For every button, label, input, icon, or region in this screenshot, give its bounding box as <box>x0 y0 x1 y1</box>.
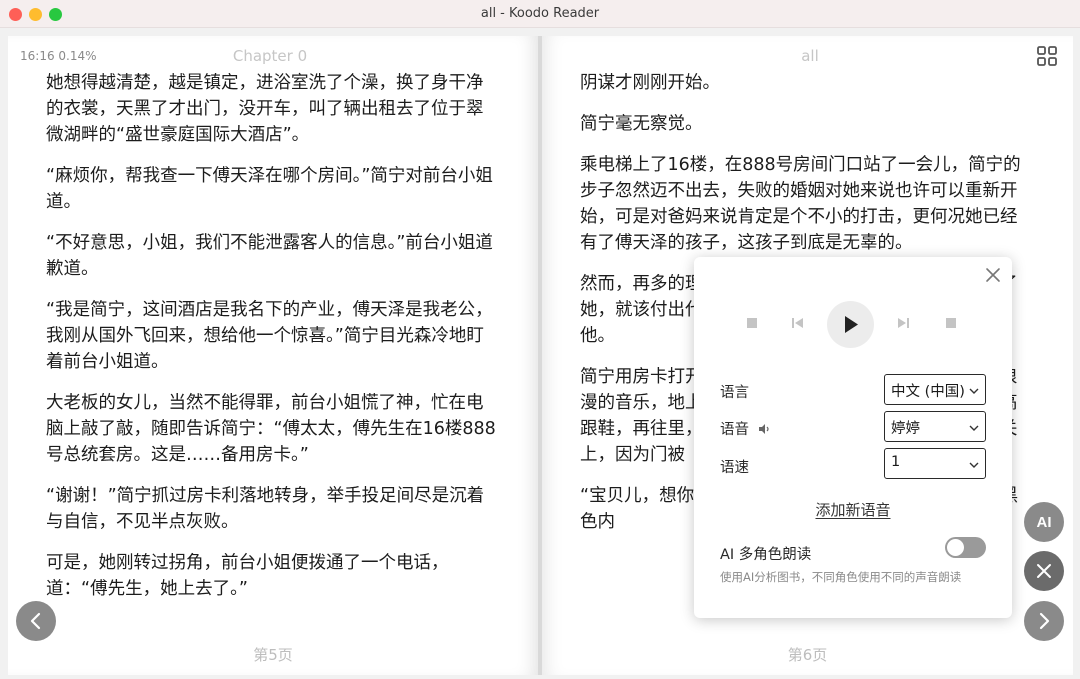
speed-value: 1 <box>891 454 901 470</box>
language-select[interactable]: 中文 (中国) <box>884 374 986 405</box>
text-to-speech-panel: 语言 中文 (中国) 语音 婷婷 语速 1 添加新语音 AI 多角色朗读 使用A… <box>694 257 1012 618</box>
chevron-down-icon <box>969 421 979 437</box>
book-header: all <box>801 47 819 65</box>
next-page-button[interactable] <box>1024 601 1064 641</box>
stop-icon[interactable] <box>745 315 759 334</box>
title-bar: all - Koodo Reader <box>0 0 1080 28</box>
speed-label: 语速 <box>720 460 749 476</box>
page-text: 她想得越清楚，越是镇定，进浴室洗了个澡，换了身干净的衣裳，天黑了才出门，没开车，… <box>46 70 496 617</box>
close-icon <box>1037 564 1051 578</box>
grid-icon[interactable] <box>1035 44 1059 68</box>
paragraph: 大老板的女儿，当然不能得罪，前台小姐慌了神，忙在电脑上敲了敲，随即告诉简宁：“傅… <box>46 393 496 465</box>
language-label: 语言 <box>720 385 749 401</box>
voice-select[interactable]: 婷婷 <box>884 411 986 442</box>
page-number: 第6页 <box>787 646 828 664</box>
play-button[interactable] <box>827 301 874 348</box>
voice-label: 语音 <box>720 418 772 439</box>
ai-button[interactable]: AI <box>1024 502 1064 542</box>
next-track-icon[interactable] <box>895 315 911 334</box>
paragraph: “我是简宁，这间酒店是我名下的产业，傅天泽是我老公，我刚从国外飞回来，想给他一个… <box>46 300 493 372</box>
close-icon[interactable] <box>984 266 1002 284</box>
left-page: 16:16 0.14% Chapter 0 她想得越清楚，越是镇定，进浴室洗了个… <box>8 36 538 675</box>
window-title: all - Koodo Reader <box>480 6 600 21</box>
add-voice-link[interactable]: 添加新语音 <box>694 499 1012 520</box>
toggle-knob <box>947 539 964 556</box>
chevron-left-icon <box>30 612 41 630</box>
paragraph: 她想得越清楚，越是镇定，进浴室洗了个澡，换了身干净的衣裳，天黑了才出门，没开车，… <box>46 73 484 145</box>
voice-value: 婷婷 <box>891 421 920 437</box>
paragraph: “谢谢！”简宁抓过房卡利落地转身，举手投足间尽是沉着与自信，不见半点灰败。 <box>46 486 485 532</box>
chevron-down-icon <box>969 458 979 474</box>
language-value: 中文 (中国) <box>891 384 965 400</box>
close-tts-button[interactable] <box>1024 551 1064 591</box>
speaker-icon <box>758 423 772 439</box>
page-number: 第5页 <box>253 646 293 664</box>
previous-page-button[interactable] <box>16 601 56 641</box>
ai-multi-role-description: 使用AI分析图书，不同角色使用不同的声音朗读 <box>720 570 962 584</box>
paragraph: 乘电梯上了16楼，在888号房间门口站了一会儿，简宁的步子忽然迈不出去，失败的婚… <box>580 155 1021 253</box>
prev-track-icon[interactable] <box>790 315 806 334</box>
reader-area: 16:16 0.14% Chapter 0 她想得越清楚，越是镇定，进浴室洗了个… <box>0 28 1080 679</box>
paragraph: 简宁毫无察觉。 <box>580 114 703 134</box>
playback-controls <box>694 301 1012 348</box>
play-icon <box>845 316 858 333</box>
paragraph: 可是，她刚转过拐角，前台小姐便拨通了一个电话，道：“傅先生，她上去了。” <box>46 553 449 599</box>
voice-label-text: 语音 <box>720 422 749 438</box>
chapter-header: Chapter 0 <box>232 47 308 65</box>
paragraph: “麻烦你，帮我查一下傅天泽在哪个房间。”简宁对前台小姐道。 <box>46 166 493 212</box>
chevron-down-icon <box>969 384 979 400</box>
ai-multi-role-title: AI 多角色朗读 <box>720 547 812 563</box>
chevron-right-icon <box>1039 612 1050 630</box>
ai-multi-role-toggle[interactable] <box>945 537 986 558</box>
paragraph: “不好意思，小姐，我们不能泄露客人的信息。”前台小姐道歉道。 <box>46 233 493 279</box>
speed-select[interactable]: 1 <box>884 448 986 479</box>
paragraph: 阴谋才刚刚开始。 <box>580 73 720 93</box>
stop-icon[interactable] <box>944 315 958 334</box>
